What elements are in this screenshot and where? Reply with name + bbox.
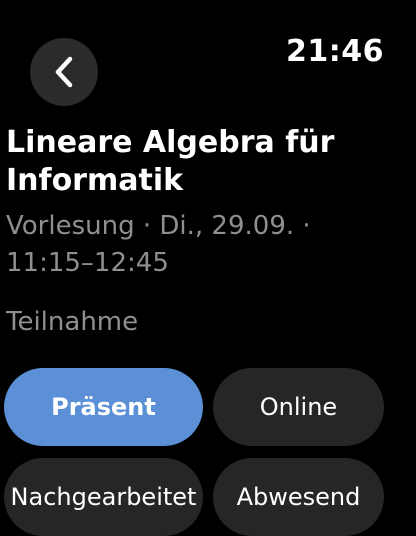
attendance-label: Teilnahme bbox=[6, 307, 139, 337]
attendance-option-caught-up[interactable]: Nachgearbeitet bbox=[4, 458, 203, 536]
attendance-option-online[interactable]: Online bbox=[213, 368, 384, 446]
event-details: Vorlesung · Di., 29.09. · 11:15–12:45 bbox=[6, 211, 311, 278]
attendance-option-label: Abwesend bbox=[236, 483, 361, 511]
attendance-option-present[interactable]: Präsent bbox=[4, 368, 203, 446]
chevron-left-icon bbox=[53, 56, 75, 88]
back-button[interactable] bbox=[30, 38, 98, 106]
attendance-option-absent[interactable]: Abwesend bbox=[213, 458, 384, 536]
event-title: Lineare Algebra für Informatik bbox=[6, 125, 335, 198]
attendance-option-label: Nachgearbeitet bbox=[10, 483, 197, 511]
attendance-option-label: Präsent bbox=[51, 393, 156, 421]
status-time: 21:46 bbox=[286, 34, 384, 69]
attendance-option-label: Online bbox=[259, 393, 338, 421]
